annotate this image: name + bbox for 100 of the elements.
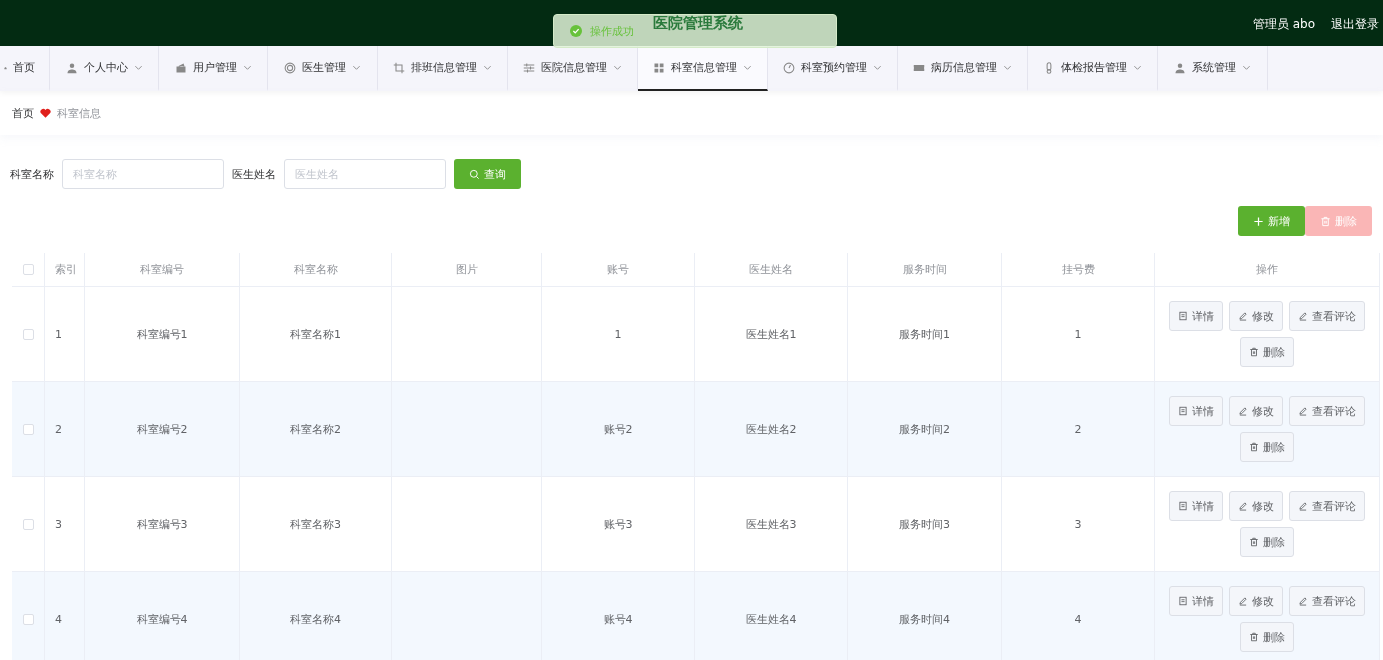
table-cell: 账号4	[603, 611, 633, 627]
check-circle-icon	[570, 25, 582, 37]
column-header: 挂号费	[1061, 262, 1095, 277]
table-cell: 服务时间4	[899, 611, 950, 627]
trash-icon	[1320, 215, 1331, 227]
checkbox[interactable]	[22, 328, 34, 340]
table-cell: 科室名称3	[290, 516, 341, 532]
checkbox[interactable]	[22, 518, 34, 530]
field-label: 医生姓名	[232, 166, 276, 182]
column-header: 账号	[607, 262, 629, 277]
user-icon	[1174, 61, 1186, 74]
column-header: 服务时间	[902, 262, 947, 277]
table-cell: 医生姓名2	[745, 421, 797, 437]
pencil-icon	[1298, 596, 1308, 606]
table-cell: 3	[1074, 517, 1082, 531]
search-field[interactable]: 科室名称	[62, 159, 224, 189]
table-cell: 账号2	[603, 421, 633, 437]
details-button[interactable]: 详情	[1169, 301, 1223, 331]
nav-tab[interactable]: 系统管理	[1158, 46, 1268, 91]
nav-tab[interactable]: 科室信息管理	[638, 46, 768, 91]
table-cell: 3	[55, 517, 62, 531]
nav-tab[interactable]: 个人中心	[50, 46, 159, 91]
details-button[interactable]: 详情	[1169, 491, 1223, 521]
wallet-icon	[174, 61, 187, 74]
details-button[interactable]: 详情	[1169, 586, 1223, 616]
nav-tab[interactable]: 体检报告管理	[1028, 46, 1158, 91]
nav-tab[interactable]: 用户管理	[159, 46, 268, 91]
table-cell: 4	[1074, 612, 1082, 626]
table-cell: 1	[1074, 327, 1082, 341]
table-cell: 医生姓名3	[745, 516, 797, 532]
edit-button[interactable]: 修改	[1229, 586, 1283, 616]
grid-icon	[653, 61, 665, 74]
table-cell: 4	[55, 612, 62, 626]
search-icon	[469, 168, 480, 180]
delete-button[interactable]: 删除	[1240, 622, 1294, 652]
nav-tab[interactable]: 首页	[0, 46, 50, 91]
details-button[interactable]: 详情	[1169, 396, 1223, 426]
table-cell: 科室编号4	[136, 611, 188, 627]
logout-link[interactable]: 退出登录	[1331, 16, 1379, 33]
delete-button[interactable]: 删除	[1240, 432, 1294, 462]
pencil-icon	[1238, 501, 1248, 511]
checkbox[interactable]	[22, 423, 34, 435]
document-icon	[1178, 406, 1188, 416]
trash-icon	[1249, 632, 1259, 642]
delete-button[interactable]: 删除	[1240, 337, 1294, 367]
toast-message: 操作成功	[590, 23, 634, 39]
column-header: 索引	[55, 262, 77, 277]
column-header: 操作	[1256, 262, 1278, 277]
pencil-icon	[1298, 501, 1308, 511]
checkbox[interactable]	[22, 613, 34, 625]
document-icon	[1178, 501, 1188, 511]
trash-icon	[1249, 442, 1259, 452]
nav-tab[interactable]: 排班信息管理	[378, 46, 508, 91]
table-cell: 科室编号1	[136, 326, 188, 342]
user-icon	[65, 61, 78, 74]
column-header: 医生姓名	[749, 262, 793, 277]
edit-button[interactable]: 修改	[1229, 491, 1283, 521]
table-cell: 服务时间1	[899, 326, 950, 342]
table-cell: 科室名称1	[290, 326, 341, 342]
trash-icon	[1249, 537, 1259, 547]
table-cell: 1	[614, 327, 622, 341]
nav-tab[interactable]: 医生管理	[268, 46, 378, 91]
app-title: 医院管理系统	[652, 14, 743, 33]
comments-button[interactable]: 查看评论	[1289, 586, 1365, 616]
thermometer-icon	[1043, 61, 1055, 74]
table-cell: 账号3	[603, 516, 633, 532]
comments-button[interactable]: 查看评论	[1289, 396, 1365, 426]
column-header: 科室编号	[140, 262, 184, 277]
pencil-icon	[1298, 311, 1308, 321]
table-cell: 医生姓名4	[745, 611, 797, 627]
trash-icon	[1249, 347, 1259, 357]
checkbox[interactable]	[22, 264, 34, 275]
edit-button[interactable]: 修改	[1229, 396, 1283, 426]
pencil-icon	[1238, 311, 1248, 321]
field-label: 科室名称	[10, 166, 54, 182]
column-header: 科室名称	[293, 262, 338, 277]
table-cell: 服务时间2	[899, 421, 950, 437]
pencil-icon	[1238, 596, 1248, 606]
table-cell: 科室名称2	[290, 421, 341, 437]
comments-button[interactable]: 查看评论	[1289, 301, 1365, 331]
pencil-icon	[1238, 406, 1248, 416]
user-name: 管理员 abo	[1252, 16, 1315, 33]
comments-button[interactable]: 查看评论	[1289, 491, 1365, 521]
table-cell: 2	[55, 422, 62, 436]
table-cell: 服务时间3	[899, 516, 950, 532]
nav-tab[interactable]: 科室预约管理	[768, 46, 898, 91]
table-cell: 科室名称4	[290, 611, 341, 627]
nav-tab[interactable]: 病历信息管理	[898, 46, 1028, 91]
pencil-icon	[1298, 406, 1308, 416]
crop-icon	[393, 61, 405, 74]
delete-button[interactable]: 删除	[1240, 527, 1294, 557]
breadcrumb-item[interactable]: 首页	[12, 105, 34, 121]
table-cell: 2	[1074, 422, 1082, 436]
edit-button[interactable]: 修改	[1229, 301, 1283, 331]
document-icon	[1178, 596, 1188, 606]
breadcrumb-item: 科室信息	[57, 105, 101, 121]
plus-icon	[1253, 215, 1264, 227]
sliders-icon	[523, 61, 535, 74]
search-field[interactable]: 医生姓名	[284, 159, 446, 189]
table-cell: 科室编号3	[136, 516, 188, 532]
